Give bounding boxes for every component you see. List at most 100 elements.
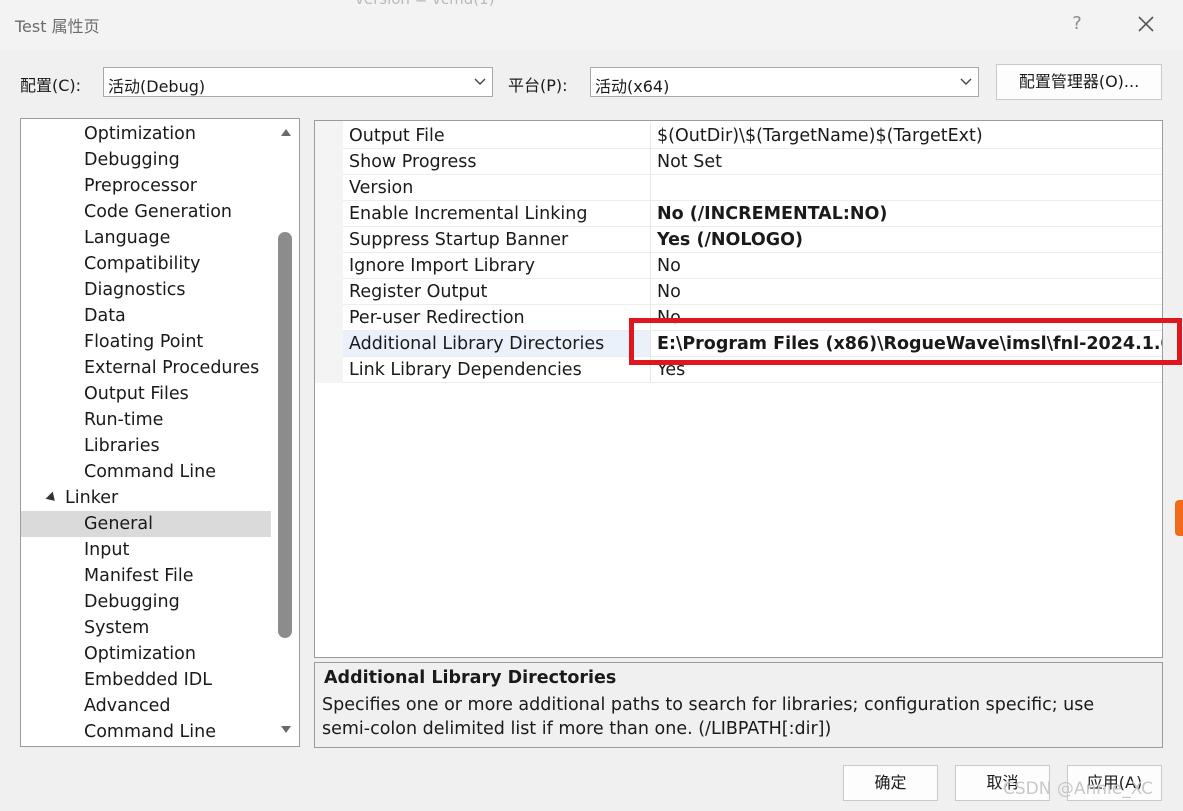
tree-item[interactable]: Debugging (21, 147, 271, 173)
configuration-dropdown[interactable]: 活动(Debug) (103, 67, 493, 97)
close-icon (1138, 16, 1154, 32)
property-value[interactable]: No (/INCREMENTAL:NO) (651, 201, 1162, 226)
tree-item[interactable]: Manifest File (21, 563, 271, 589)
tree-item[interactable]: Optimization (21, 641, 271, 667)
watermark: CSDN @Annie_XC (1003, 779, 1154, 799)
tree-item-label: Language (84, 228, 171, 248)
chevron-down-icon (474, 78, 486, 85)
tree-item[interactable]: Data (21, 303, 271, 329)
tree-item[interactable]: External Procedures (21, 355, 271, 381)
tree-item[interactable]: Input (21, 537, 271, 563)
tree-item-label: System (84, 618, 150, 638)
tree-item-label: Code Generation (84, 202, 232, 222)
property-name: Output File (343, 123, 651, 148)
property-name: Per-user Redirection (343, 305, 651, 330)
configuration-label: 配置(C): (20, 76, 82, 95)
tree-item-label: Debugging (84, 592, 180, 612)
property-grid[interactable]: Output File $(OutDir)\$(TargetName)$(Targ… (314, 120, 1163, 658)
property-row[interactable]: Ignore Import Library No (343, 253, 1162, 279)
tree-item[interactable]: Language (21, 225, 271, 251)
property-value[interactable]: No (651, 253, 1162, 278)
tree-item-label: Advanced (84, 696, 171, 716)
configuration-manager-button[interactable]: 配置管理器(O)... (996, 64, 1162, 100)
tree-item-label: General (84, 514, 153, 534)
description-title: Additional Library Directories (324, 668, 617, 688)
tree-item-label: Command Line (84, 462, 216, 482)
property-name: Show Progress (343, 149, 651, 174)
scroll-up-icon[interactable] (280, 127, 292, 137)
property-value[interactable] (651, 175, 1162, 200)
property-value[interactable]: No (651, 305, 1162, 330)
property-row[interactable]: Register Output No (343, 279, 1162, 305)
property-value[interactable]: No (651, 279, 1162, 304)
category-tree[interactable]: Optimization Debugging Preprocessor Code Ge… (20, 118, 300, 747)
tree-item-label: Embedded IDL (84, 670, 213, 690)
tree-scrollbar[interactable] (275, 119, 299, 746)
tree-item-label: Optimization (84, 644, 196, 664)
property-name: Link Library Dependencies (343, 357, 651, 382)
tree-item[interactable]: System (21, 615, 271, 641)
platform-dropdown[interactable]: 活动(x64) (590, 67, 979, 97)
property-name: Register Output (343, 279, 651, 304)
property-name: Version (343, 175, 651, 200)
help-button[interactable]: ? (1064, 10, 1090, 38)
property-name: Enable Incremental Linking (343, 201, 651, 226)
tree-item[interactable]: Code Generation (21, 199, 271, 225)
tree-item-label: Data (84, 306, 126, 326)
property-value[interactable]: Yes (651, 357, 1162, 382)
property-value[interactable]: Not Set (651, 149, 1162, 174)
ok-button[interactable]: 确定 (843, 765, 938, 801)
scrollbar-thumb[interactable] (278, 232, 292, 638)
window-title: Test 属性页 (15, 17, 100, 36)
tree-item[interactable]: Advanced (21, 693, 271, 719)
property-value[interactable]: E:\Program Files (x86)\RogueWave\imsl\fn… (651, 331, 1162, 356)
description-panel: Additional Library Directories Specifies… (314, 662, 1163, 748)
tree-item-label: Optimization (84, 124, 196, 144)
property-row[interactable]: Version (343, 175, 1162, 201)
configuration-value: 活动(Debug) (108, 77, 206, 96)
property-row[interactable]: Output File $(OutDir)\$(TargetName)$(Targ… (343, 123, 1162, 149)
tree-item[interactable]: Command Line (21, 719, 271, 745)
tree-item[interactable]: Diagnostics (21, 277, 271, 303)
tree-item[interactable]: Debugging (21, 589, 271, 615)
expand-caret-icon[interactable] (45, 491, 59, 505)
tree-item-label: Libraries (84, 436, 160, 456)
tree-item[interactable]: Run-time (21, 407, 271, 433)
tree-item-label: External Procedures (84, 358, 260, 378)
chevron-down-icon (960, 78, 972, 85)
property-row[interactable]: Additional Library Directories E:\Program… (343, 331, 1162, 357)
tree-item[interactable]: Embedded IDL (21, 667, 271, 693)
tree-item-label: Manifest File (84, 566, 194, 586)
tree-item-label: Output Files (84, 384, 189, 404)
title-bar: version = vcmd(1) Test 属性页 ? (0, 0, 1183, 50)
tree-item[interactable]: Optimization (21, 121, 271, 147)
tree-item-label: Linker (65, 488, 119, 508)
tree-item[interactable]: General (21, 511, 271, 537)
property-value[interactable]: $(OutDir)\$(TargetName)$(TargetExt) (651, 123, 1162, 148)
tree-item-label: Debugging (84, 150, 180, 170)
tree-item-label: Floating Point (84, 332, 204, 352)
property-row[interactable]: Link Library Dependencies Yes (343, 357, 1162, 383)
tree-item[interactable]: Libraries (21, 433, 271, 459)
edge-accent (1175, 500, 1183, 536)
tree-item-label: Input (84, 540, 130, 560)
tree-item-label: Diagnostics (84, 280, 186, 300)
property-row[interactable]: Suppress Startup Banner Yes (/NOLOGO) (343, 227, 1162, 253)
property-row[interactable]: Show Progress Not Set (343, 149, 1162, 175)
close-button[interactable] (1130, 8, 1162, 40)
property-row[interactable]: Enable Incremental Linking No (/INCREMENT… (343, 201, 1162, 227)
scroll-down-icon[interactable] (280, 725, 292, 735)
tree-item[interactable]: Command Line (21, 459, 271, 485)
property-value[interactable]: Yes (/NOLOGO) (651, 227, 1162, 252)
tree-item[interactable]: Floating Point (21, 329, 271, 355)
tree-item[interactable]: Preprocessor (21, 173, 271, 199)
property-name: Suppress Startup Banner (343, 227, 651, 252)
tree-item[interactable]: Compatibility (21, 251, 271, 277)
tree-group-linker[interactable]: Linker (21, 485, 271, 511)
tree-item[interactable]: Output Files (21, 381, 271, 407)
property-row[interactable]: Per-user Redirection No (343, 305, 1162, 331)
tree-item-label: Command Line (84, 722, 216, 742)
grid-gutter (315, 121, 343, 383)
tree-item-label: Preprocessor (84, 176, 197, 196)
property-name: Additional Library Directories (343, 331, 651, 356)
